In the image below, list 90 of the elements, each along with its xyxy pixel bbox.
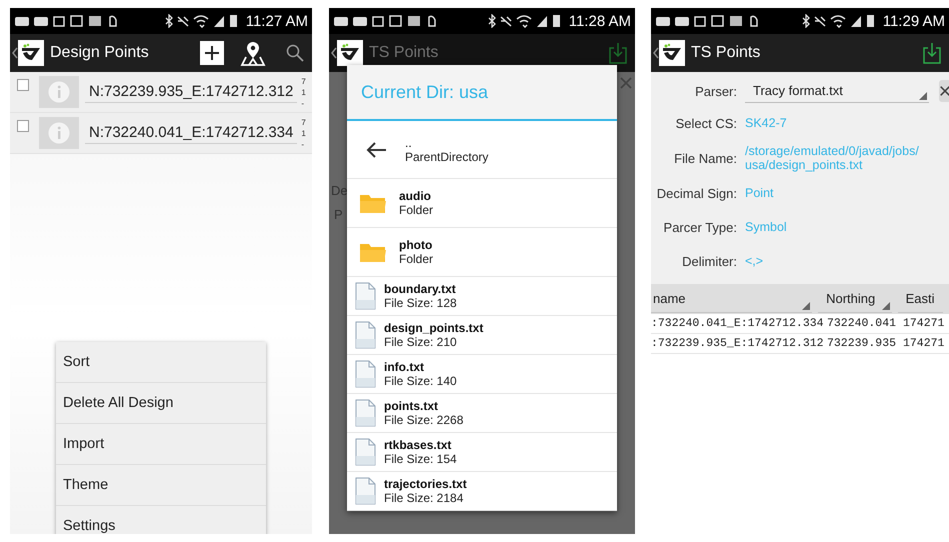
field-label: Delimiter: — [681, 254, 737, 268]
close-button[interactable] — [939, 80, 949, 102]
parser-dropdown[interactable]: Tracy format.txt — [745, 79, 929, 103]
table-cell-text: 174271 — [903, 317, 946, 330]
checkbox[interactable] — [17, 120, 29, 132]
file-list-item[interactable]: points.txt File Size: 2268 — [347, 394, 617, 433]
field-label: Select CS: — [674, 116, 737, 130]
column-header[interactable]: Easti — [898, 286, 943, 312]
entry-name: audio — [399, 189, 432, 203]
back-chevron-icon[interactable] — [653, 47, 659, 59]
back-chevron-icon[interactable] — [12, 47, 18, 59]
txt-file-icon — [355, 399, 376, 427]
entry-detail: File Size: 128 — [384, 296, 457, 310]
menu-item[interactable]: Theme — [56, 465, 266, 506]
file-list-item[interactable]: audio Folder — [347, 179, 617, 228]
tray-arrow-icon[interactable] — [609, 42, 627, 64]
truncated-text: 1 — [301, 86, 306, 98]
logo-icon[interactable] — [337, 40, 363, 66]
toolbar-title: Design Points — [50, 44, 150, 62]
toolbar-title: TS Points — [691, 44, 762, 62]
toolbar-title: TS Points — [369, 44, 440, 62]
txt-file-icon — [355, 282, 376, 310]
status-time: 11:29 AM — [882, 12, 945, 30]
truncated-text: - — [301, 98, 306, 108]
txt-file-icon — [355, 438, 376, 466]
file-list-item[interactable]: .. ParentDirectory — [347, 121, 617, 179]
back-chevron-icon[interactable] — [331, 47, 337, 59]
field-label: File Name: — [673, 150, 737, 166]
map-pin-icon[interactable] — [240, 40, 266, 66]
column-header[interactable]: name — [651, 286, 812, 312]
column-header[interactable]: Northing — [818, 286, 892, 312]
logo-icon[interactable] — [18, 40, 44, 66]
file-list-item[interactable]: photo Folder — [347, 228, 617, 277]
search-icon[interactable] — [286, 44, 304, 62]
entry-detail: Folder — [399, 252, 434, 266]
truncated-text: - — [301, 138, 306, 150]
entry-name: photo — [399, 238, 434, 252]
table-cell-text: 732239.935 — [827, 337, 898, 350]
entry-detail: File Size: 2184 — [384, 491, 464, 505]
dialog-title: Current Dir: usa — [347, 65, 617, 121]
corner-triangle-icon — [802, 302, 810, 310]
entry-name: rtkbases.txt — [384, 438, 452, 452]
entry-name: design_points.txt — [384, 321, 484, 335]
file-list-item[interactable]: design_points.txt File Size: 210 — [347, 316, 617, 355]
entry-detail: File Size: 154 — [384, 452, 457, 466]
entry-detail: ParentDirectory — [405, 150, 488, 164]
file-list-item[interactable]: trajectories.txt File Size: 2184 — [347, 472, 617, 511]
table-cell-text: :732239.935_E:1742712.312 — [651, 337, 825, 350]
file-list-item[interactable]: rtkbases.txt File Size: 154 — [347, 433, 617, 472]
entry-name: .. — [405, 136, 413, 150]
menu-item[interactable]: Import — [56, 424, 266, 465]
table-cell-text: 174271 — [903, 337, 946, 350]
entry-detail: File Size: 210 — [384, 335, 458, 349]
field-label: Parcer Type: — [662, 220, 737, 234]
entry-name: info.txt — [384, 360, 425, 374]
status-time: 11:28 AM — [568, 12, 631, 30]
back-arrow-icon[interactable] — [365, 140, 387, 158]
plus-icon — [204, 45, 220, 61]
corner-triangle-icon — [882, 302, 890, 310]
table-cell-text: :732240.041_E:1742712.334 — [651, 317, 825, 330]
status-time: 11:27 AM — [246, 12, 308, 30]
checkbox[interactable] — [17, 79, 29, 91]
entry-detail: File Size: 2268 — [384, 413, 464, 427]
file-list-item[interactable]: boundary.txt File Size: 128 — [347, 277, 617, 316]
txt-file-icon — [355, 360, 376, 388]
table-cell-text: 732240.041 — [827, 317, 898, 330]
menu-item[interactable]: Delete All Design — [56, 383, 266, 424]
truncated-text: 7 — [301, 76, 306, 86]
add-button[interactable] — [200, 41, 224, 65]
tray-arrow-icon[interactable] — [923, 42, 941, 64]
txt-file-icon — [355, 477, 376, 505]
entry-detail: Folder — [399, 203, 434, 217]
entry-name: boundary.txt — [384, 282, 457, 296]
logo-icon[interactable] — [659, 40, 685, 66]
point-name: N:732239.935_E:1742712.312 — [85, 81, 298, 103]
field-label: Decimal Sign: — [656, 186, 737, 200]
menu-item[interactable]: Sort — [56, 342, 266, 383]
entry-name: points.txt — [384, 399, 439, 413]
folder-icon — [359, 241, 387, 263]
point-name: N:732240.041_E:1742712.334 — [85, 122, 298, 144]
corner-triangle-icon — [919, 92, 927, 100]
truncated-text: 7 — [301, 116, 306, 128]
txt-file-icon — [355, 321, 376, 349]
file-list-item[interactable]: info.txt File Size: 140 — [347, 355, 617, 394]
truncated-text: 1 — [301, 128, 306, 138]
entry-detail: File Size: 140 — [384, 374, 457, 388]
menu-item[interactable]: Settings — [56, 506, 266, 534]
folder-icon — [359, 192, 387, 214]
entry-name: trajectories.txt — [384, 477, 467, 491]
field-label: Parser: — [694, 84, 737, 98]
